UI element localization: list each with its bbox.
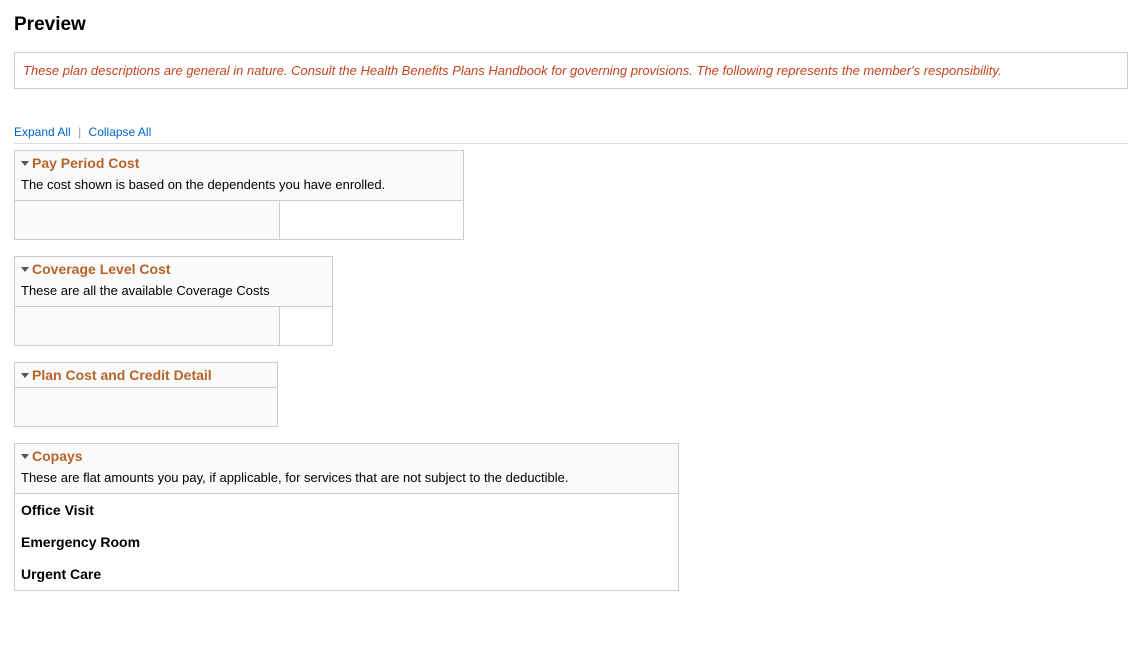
notice-box: These plan descriptions are general in n… <box>14 52 1128 89</box>
section-pay-period: Pay Period Cost The cost shown is based … <box>14 150 464 240</box>
section-title-copays: Copays <box>32 448 83 464</box>
section-header-copays: Copays <box>15 444 678 468</box>
section-body-copays: Office Visit Emergency Room Urgent Care <box>15 493 678 590</box>
page-title: Preview <box>14 14 1128 36</box>
section-body-coverage-level <box>15 306 332 345</box>
section-desc-pay-period: The cost shown is based on the dependent… <box>15 175 463 200</box>
table-cell <box>15 307 280 345</box>
collapse-icon[interactable] <box>21 454 29 459</box>
copay-item-emergency-room: Emergency Room <box>15 526 678 558</box>
toolbar: Expand All | Collapse All <box>14 125 1128 144</box>
section-body-plan-cost <box>15 387 277 426</box>
section-copays: Copays These are flat amounts you pay, i… <box>14 443 679 591</box>
copay-item-office-visit: Office Visit <box>15 494 678 526</box>
section-title-pay-period: Pay Period Cost <box>32 155 139 171</box>
section-desc-copays: These are flat amounts you pay, if appli… <box>15 468 678 493</box>
table-cell <box>15 201 280 239</box>
section-body-pay-period <box>15 200 463 239</box>
table-cell <box>280 201 463 239</box>
expand-all-link[interactable]: Expand All <box>14 125 71 139</box>
section-desc-coverage-level: These are all the available Coverage Cos… <box>15 281 332 306</box>
section-title-coverage-level: Coverage Level Cost <box>32 261 171 277</box>
collapse-icon[interactable] <box>21 267 29 272</box>
section-title-plan-cost: Plan Cost and Credit Detail <box>32 367 212 383</box>
table-cell <box>280 307 332 345</box>
collapse-icon[interactable] <box>21 161 29 166</box>
section-header-coverage-level: Coverage Level Cost <box>15 257 332 281</box>
collapse-icon[interactable] <box>21 373 29 378</box>
section-header-plan-cost: Plan Cost and Credit Detail <box>15 363 277 387</box>
copay-item-urgent-care: Urgent Care <box>15 558 678 590</box>
collapse-all-link[interactable]: Collapse All <box>89 125 152 139</box>
section-plan-cost: Plan Cost and Credit Detail <box>14 362 278 427</box>
notice-text: These plan descriptions are general in n… <box>23 63 1002 78</box>
table-cell <box>15 388 277 426</box>
section-coverage-level: Coverage Level Cost These are all the av… <box>14 256 333 346</box>
section-header-pay-period: Pay Period Cost <box>15 151 463 175</box>
toolbar-divider: | <box>78 125 81 139</box>
